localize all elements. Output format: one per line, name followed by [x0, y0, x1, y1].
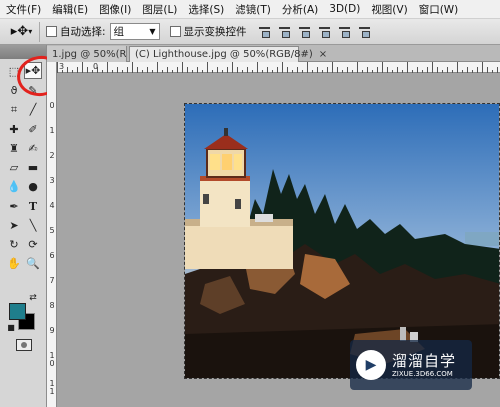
eraser-tool-icon[interactable]: ▱ — [5, 159, 23, 176]
tab-lighthouse[interactable]: (C) Lighthouse.jpg @ 50%(RGB/8#) × — [129, 46, 327, 62]
swap-colors-icon[interactable]: ⇄ — [24, 289, 42, 306]
align-left-icon[interactable] — [317, 24, 332, 39]
menu-select[interactable]: 选择(S) — [188, 2, 224, 17]
align-buttons — [257, 24, 377, 39]
play-icon: ▶ — [356, 350, 386, 380]
quick-mask-icon[interactable] — [16, 339, 32, 351]
align-top-icon[interactable] — [257, 24, 272, 39]
ruler-vertical: 0 1 2 3 4 5 6 7 8 9 1 0 1 1 — [47, 62, 57, 407]
eyedropper-tool-icon[interactable]: ╱ — [24, 101, 42, 118]
ruler-mark: 1 0 — [49, 351, 55, 368]
align-right-icon[interactable] — [357, 24, 372, 39]
watermark-subtitle: ZIXUE.3D66.COM — [392, 369, 453, 378]
menu-analysis[interactable]: 分析(A) — [282, 2, 318, 17]
crop-tool-icon[interactable]: ⌗ — [5, 101, 23, 118]
align-horizontal-center-icon[interactable] — [337, 24, 352, 39]
ruler-horizontal: 3 0 — [57, 62, 500, 73]
menu-view[interactable]: 视图(V) — [371, 2, 407, 17]
ruler-mark: 0 — [49, 101, 55, 110]
ruler-mark: 6 — [49, 251, 55, 260]
tool-preset-picker[interactable]: ▸✥ ▾ — [4, 21, 40, 42]
type-tool-icon[interactable]: T — [24, 198, 42, 215]
menu-edit[interactable]: 编辑(E) — [52, 2, 88, 17]
brush-tool-icon[interactable]: ✐ — [24, 121, 42, 138]
align-vertical-center-icon[interactable] — [277, 24, 292, 39]
pen-tool-icon[interactable]: ✒ — [5, 198, 23, 215]
document-tab-bar: 1.jpg @ 50%(RGB/8#) * (C) Lighthouse.jpg… — [47, 45, 500, 62]
toolbox: ⬚ ▸✥ ϑ ✎ ⌗ ╱ ✚ ✐ ♜ ✍ ▱ ▬ 💧 ● ✒ T ➤ ╲ ↻ ⟳… — [0, 45, 47, 407]
line-tool-icon[interactable]: ╲ — [24, 217, 42, 234]
tab-label: (C) Lighthouse.jpg @ 50%(RGB/8#) — [135, 49, 313, 60]
menu-window[interactable]: 窗口(W) — [419, 2, 459, 17]
tab-document-1[interactable]: 1.jpg @ 50%(RGB/8#) * — [47, 46, 127, 62]
3d-orbit-tool-icon[interactable]: ⟳ — [24, 236, 42, 253]
menu-file[interactable]: 文件(F) — [6, 2, 41, 17]
ruler-mark: 0 — [93, 62, 99, 71]
watermark: ▶ 溜溜自学 ZIXUE.3D66.COM — [350, 340, 472, 390]
default-colors-icon[interactable]: ■ — [2, 319, 20, 336]
show-transform-checkbox[interactable] — [169, 26, 181, 37]
menu-3d[interactable]: 3D(D) — [329, 3, 360, 15]
auto-select-dropdown[interactable]: 组 ▼ — [109, 23, 160, 40]
ruler-mark: 7 — [49, 276, 55, 285]
lighthouse-photo — [185, 104, 499, 378]
close-icon[interactable]: × — [319, 49, 327, 60]
ruler-mark: 5 — [49, 226, 55, 235]
auto-select-value: 组 — [113, 26, 125, 38]
menu-image[interactable]: 图像(I) — [99, 2, 131, 17]
3d-rotate-tool-icon[interactable]: ↻ — [5, 236, 23, 253]
ruler-mark: 1 1 — [49, 379, 55, 396]
menu-layer[interactable]: 图层(L) — [142, 2, 177, 17]
gradient-tool-icon[interactable]: ▬ — [24, 159, 42, 176]
zoom-tool-icon[interactable]: 🔍 — [24, 255, 42, 272]
hand-tool-icon[interactable]: ✋ — [5, 255, 23, 272]
ruler-mark: 3 — [49, 176, 55, 185]
options-bar: ▸✥ ▾ 自动选择: 组 ▼ 显示变换控件 — [0, 19, 500, 45]
history-brush-tool-icon[interactable]: ✍ — [24, 140, 42, 157]
ruler-mark: 9 — [49, 326, 55, 335]
ruler-mark: 4 — [49, 201, 55, 210]
clone-stamp-tool-icon[interactable]: ♜ — [5, 140, 23, 157]
menu-filter[interactable]: 滤镜(T) — [235, 2, 271, 17]
menu-bar: 文件(F) 编辑(E) 图像(I) 图层(L) 选择(S) 滤镜(T) 分析(A… — [0, 0, 500, 19]
move-tool-icon: ▸✥ — [10, 24, 29, 39]
align-bottom-icon[interactable] — [297, 24, 312, 39]
healing-brush-tool-icon[interactable]: ✚ — [5, 121, 23, 138]
path-select-tool-icon[interactable]: ➤ — [5, 217, 23, 234]
auto-select-label: 自动选择: — [60, 26, 106, 38]
chevron-down-icon: ▼ — [149, 27, 156, 36]
ruler-mark: 2 — [49, 151, 55, 160]
auto-select-checkbox[interactable] — [46, 26, 57, 37]
blur-tool-icon[interactable]: 💧 — [5, 178, 23, 195]
tab-label: 1.jpg @ 50%(RGB/8#) * — [52, 48, 127, 60]
ruler-mark: 3 — [59, 62, 65, 71]
ruler-ticks — [57, 62, 498, 73]
dodge-tool-icon[interactable]: ● — [24, 178, 42, 195]
watermark-title: 溜溜自学 — [392, 351, 457, 370]
ruler-mark: 1 — [49, 126, 55, 135]
ruler-mark: 8 — [49, 301, 55, 310]
show-transform-label: 显示变换控件 — [183, 26, 247, 38]
document-canvas[interactable] — [184, 103, 500, 379]
foreground-color-swatch[interactable] — [9, 303, 26, 320]
